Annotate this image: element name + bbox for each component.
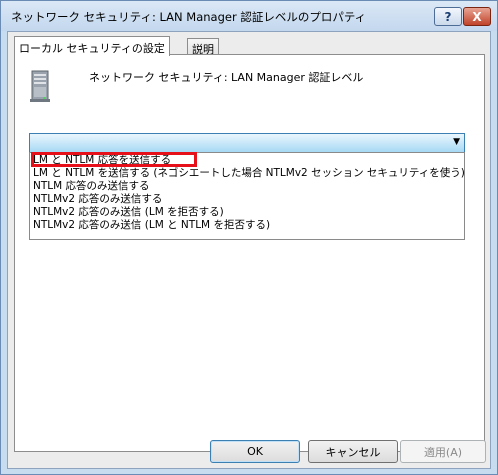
cancel-button[interactable]: キャンセル [308,440,398,463]
title-bar[interactable]: ネットワーク セキュリティ: LAN Manager 認証レベルのプロパティ ?… [1,1,497,31]
ok-button[interactable]: OK [210,440,300,463]
tab-explain[interactable]: 説明 [187,38,219,56]
help-icon: ? [444,9,452,24]
list-item[interactable]: NTLMv2 応答のみ送信 (LM と NTLM を拒否する) [33,219,270,232]
dialog-client: ローカル セキュリティの設定 説明 ネットワーク セキュリティ: LAN Man… [7,31,491,469]
close-button[interactable]: X [463,7,491,26]
highlight-box [31,152,197,167]
window-title: ネットワーク セキュリティ: LAN Manager 認証レベルのプロパティ [11,10,367,24]
list-item[interactable]: NTLMv2 応答のみ送信する [33,193,162,206]
auth-level-combobox[interactable]: ▼ [29,133,465,153]
list-item[interactable]: NTLM 応答のみ送信する [33,180,150,193]
policy-title: ネットワーク セキュリティ: LAN Manager 認証レベル [89,71,364,84]
tab-local-security-setting[interactable]: ローカル セキュリティの設定 [14,36,170,56]
list-item[interactable]: NTLMv2 応答のみ送信 (LM を拒否する) [33,206,224,219]
server-icon [30,70,50,102]
help-button[interactable]: ? [434,7,462,26]
apply-button[interactable]: 適用(A) [400,440,486,463]
chevron-down-icon[interactable]: ▼ [453,137,460,147]
list-item[interactable]: LM と NTLM を送信する (ネゴシエートした場合 NTLMv2 セッション… [33,167,465,180]
auth-level-dropdown-list[interactable]: LM と NTLM 応答を送信する LM と NTLM を送信する (ネゴシエー… [29,152,465,240]
properties-window: ネットワーク セキュリティ: LAN Manager 認証レベルのプロパティ ?… [0,0,498,475]
settings-panel: ネットワーク セキュリティ: LAN Manager 認証レベル ▼ LM と … [14,54,485,452]
list-item[interactable]: LM と NTLM 応答を送信する [31,152,197,167]
close-icon: X [472,9,482,24]
